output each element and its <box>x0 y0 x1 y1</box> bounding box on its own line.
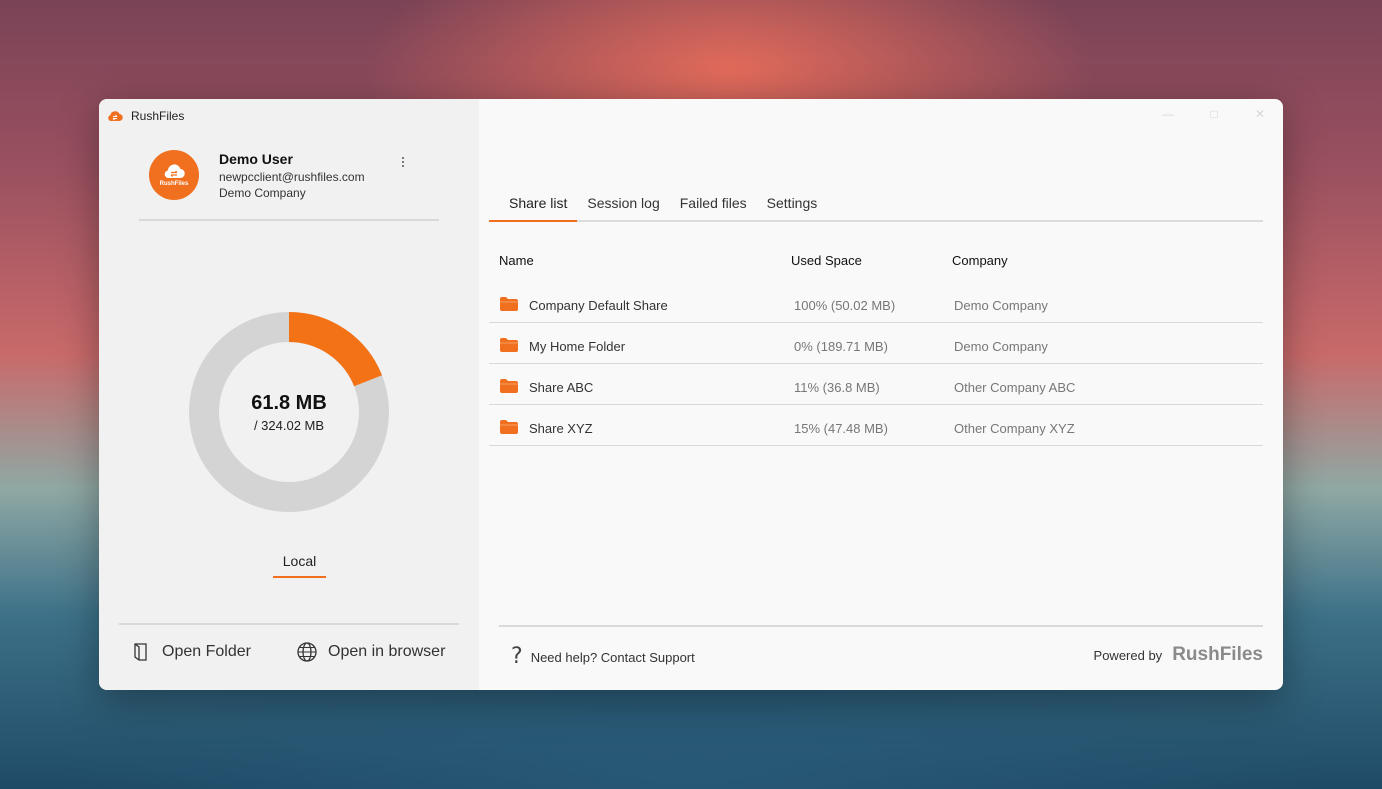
avatar-brand-text: RushFiles <box>159 180 189 187</box>
divider <box>139 219 439 221</box>
tab-local[interactable]: Local <box>273 553 326 578</box>
kebab-menu-icon[interactable] <box>395 154 411 170</box>
rushfiles-cloud-icon <box>108 111 123 122</box>
share-company: Demo Company <box>954 298 1048 313</box>
share-used-space: 15% (47.48 MB) <box>794 421 888 436</box>
tab-failed-files[interactable]: Failed files <box>670 196 757 220</box>
share-table: Company Default Share 100% (50.02 MB) De… <box>489 282 1263 446</box>
share-name: Share XYZ <box>529 421 593 436</box>
main-panel: — □ ✕ Share list Session log Failed file… <box>479 99 1283 690</box>
open-folder-button[interactable]: Open Folder <box>130 639 251 665</box>
open-in-browser-label: Open in browser <box>328 643 446 660</box>
share-company: Other Company ABC <box>954 380 1076 395</box>
user-company: Demo Company <box>219 186 306 200</box>
share-name: Company Default Share <box>529 298 668 313</box>
user-name: Demo User <box>219 151 293 167</box>
storage-donut: 61.8 MB / 324.02 MB <box>189 312 389 512</box>
cloud-logo-icon <box>164 163 185 178</box>
tab-bar: Share list Session log Failed files Sett… <box>489 196 1263 222</box>
contact-support-link[interactable]: ? Need help? Contact Support <box>511 646 695 668</box>
share-used-space: 11% (36.8 MB) <box>794 380 880 395</box>
share-company: Other Company XYZ <box>954 421 1075 436</box>
window-controls: — □ ✕ <box>1159 105 1269 123</box>
folder-icon <box>500 338 518 352</box>
powered-by-label: Powered by <box>1093 648 1163 663</box>
tab-session-log[interactable]: Session log <box>577 196 669 220</box>
table-row[interactable]: Company Default Share 100% (50.02 MB) De… <box>489 282 1263 323</box>
window-title: RushFiles <box>131 109 185 123</box>
open-folder-icon <box>134 643 147 661</box>
share-name: Share ABC <box>529 380 594 395</box>
share-company: Demo Company <box>954 339 1048 354</box>
storage-total: / 324.02 MB <box>253 418 325 433</box>
divider <box>499 625 1263 627</box>
contact-support-label: Need help? Contact Support <box>530 649 695 665</box>
column-header-used-space[interactable]: Used Space <box>791 253 862 268</box>
folder-icon <box>500 379 518 393</box>
table-row[interactable]: My Home Folder 0% (189.71 MB) Demo Compa… <box>489 323 1263 364</box>
app-window: RushFiles RushFiles Demo User newpcclien… <box>99 99 1283 690</box>
avatar: RushFiles <box>149 150 199 200</box>
share-used-space: 0% (189.71 MB) <box>794 339 888 354</box>
rushfiles-wordmark: RushFiles <box>1172 644 1263 665</box>
close-icon[interactable]: ✕ <box>1251 105 1269 123</box>
maximize-icon[interactable]: □ <box>1205 105 1223 123</box>
table-row[interactable]: Share ABC 11% (36.8 MB) Other Company AB… <box>489 364 1263 405</box>
folder-icon <box>500 420 518 434</box>
storage-used: 61.8 MB <box>251 392 327 414</box>
table-row[interactable]: Share XYZ 15% (47.48 MB) Other Company X… <box>489 405 1263 446</box>
divider <box>119 623 459 625</box>
title-bar: RushFiles <box>107 108 184 124</box>
tab-settings[interactable]: Settings <box>757 196 828 220</box>
folder-icon <box>500 297 518 311</box>
share-name: My Home Folder <box>529 339 626 354</box>
globe-icon <box>297 642 317 662</box>
user-email: newpcclient@rushfiles.com <box>219 170 365 184</box>
column-header-name[interactable]: Name <box>499 253 534 268</box>
question-icon: ? <box>511 644 523 669</box>
open-folder-label: Open Folder <box>162 643 251 660</box>
column-header-company[interactable]: Company <box>952 253 1008 268</box>
minimize-icon[interactable]: — <box>1159 105 1177 123</box>
share-used-space: 100% (50.02 MB) <box>794 298 896 313</box>
open-in-browser-button[interactable]: Open in browser <box>296 639 445 665</box>
tab-share-list[interactable]: Share list <box>489 196 578 222</box>
left-panel: RushFiles RushFiles Demo User newpcclien… <box>99 99 479 690</box>
powered-by: Powered by RushFiles <box>1094 644 1263 666</box>
